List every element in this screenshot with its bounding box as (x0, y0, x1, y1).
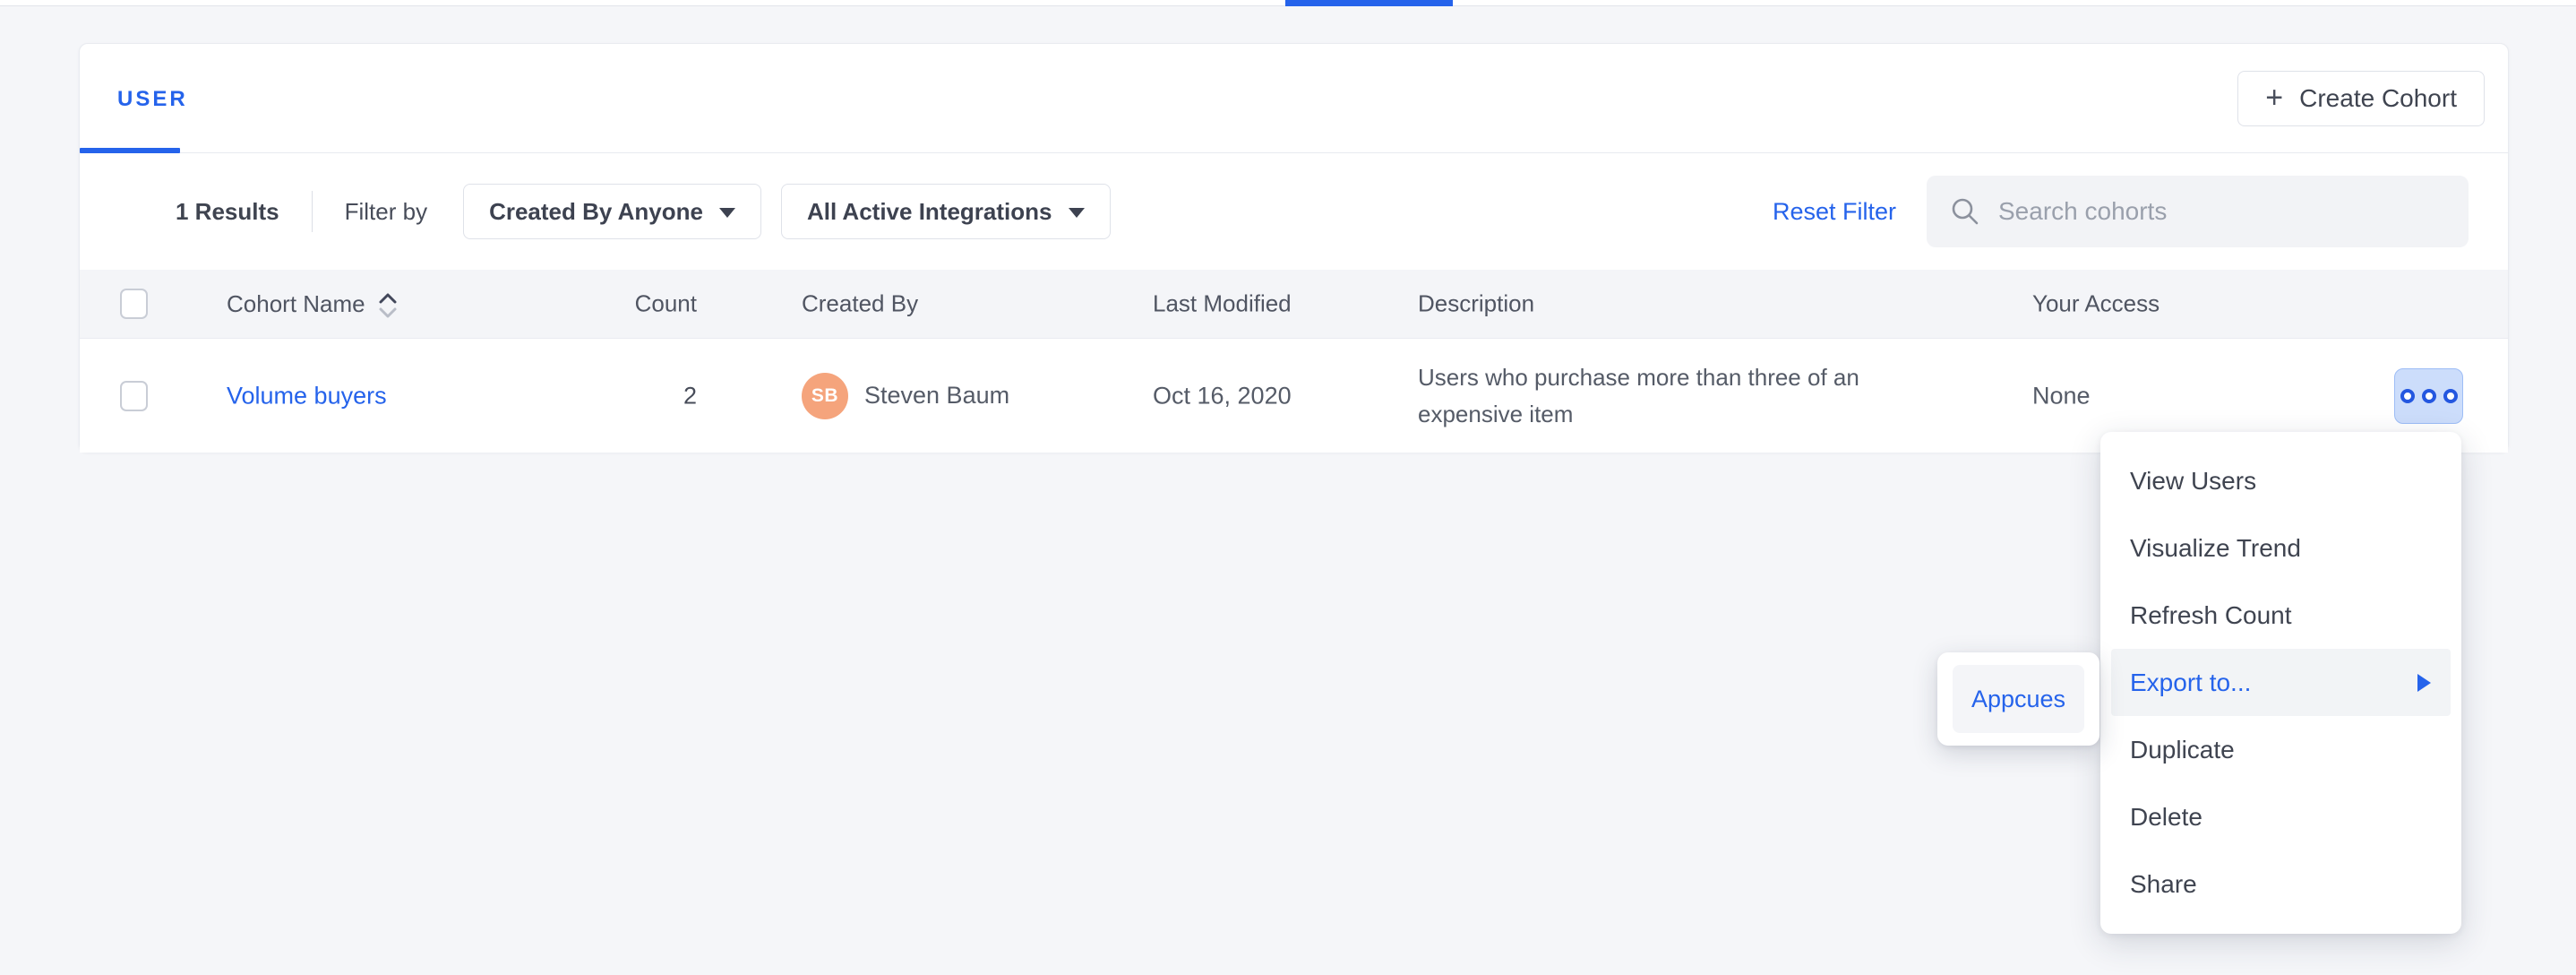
menu-item-delete[interactable]: Delete (2111, 783, 2451, 850)
column-cohort-name-label: Cohort Name (227, 290, 365, 318)
reset-filter-link[interactable]: Reset Filter (1773, 198, 1896, 226)
chevron-down-icon (719, 208, 735, 218)
column-count: Count (545, 290, 697, 318)
integrations-dropdown-label: All Active Integrations (807, 198, 1052, 226)
menu-item-share[interactable]: Share (2111, 850, 2451, 918)
create-cohort-button[interactable]: + Create Cohort (2237, 71, 2485, 126)
cohort-name-cell: Volume buyers (227, 382, 387, 410)
select-all-cell (120, 289, 148, 319)
more-dots-icon (2443, 389, 2458, 403)
active-tab-underline (1285, 0, 1453, 6)
export-to-submenu: Appcues (1937, 652, 2099, 746)
cohorts-panel: USER + Create Cohort 1 Results Filter by… (79, 43, 2509, 453)
column-last-modified: Last Modified (1153, 290, 1292, 318)
row-actions-button[interactable] (2394, 368, 2463, 424)
column-cohort-name[interactable]: Cohort Name (227, 289, 398, 319)
filter-row: 1 Results Filter by Created By Anyone Al… (80, 153, 2508, 270)
row-actions-menu: View Users Visualize Trend Refresh Count… (2100, 432, 2461, 934)
created-by-name: Steven Baum (864, 382, 1009, 410)
column-created-by: Created By (802, 290, 918, 318)
column-your-access: Your Access (2032, 290, 2160, 318)
chevron-down-icon (1069, 208, 1085, 218)
divider (312, 191, 313, 232)
menu-item-export-to[interactable]: Export to... (2111, 649, 2451, 716)
count-cell: 2 (545, 382, 697, 410)
created-by-dropdown-label: Created By Anyone (489, 198, 703, 226)
select-all-checkbox[interactable] (120, 289, 148, 319)
created-by-dropdown[interactable]: Created By Anyone (463, 184, 761, 239)
menu-item-visualize-trend[interactable]: Visualize Trend (2111, 514, 2451, 582)
more-dots-icon (2400, 389, 2415, 403)
description-cell: Users who purchase more than three of an… (1418, 359, 1937, 433)
integrations-dropdown[interactable]: All Active Integrations (781, 184, 1111, 239)
menu-item-duplicate[interactable]: Duplicate (2111, 716, 2451, 783)
top-tabbar (0, 0, 2576, 6)
menu-item-view-users[interactable]: View Users (2111, 447, 2451, 514)
more-dots-icon (2422, 389, 2436, 403)
table-header: Cohort Name Count Created By Last Modifi… (80, 270, 2508, 339)
menu-item-refresh-count[interactable]: Refresh Count (2111, 582, 2451, 649)
plus-icon: + (2265, 82, 2283, 113)
menu-item-export-to-label: Export to... (2130, 669, 2251, 697)
search-input[interactable] (1998, 197, 2428, 226)
avatar: SB (802, 373, 848, 419)
sort-icon[interactable] (378, 292, 398, 319)
panel-tab-row: USER + Create Cohort (80, 44, 2508, 153)
last-modified-cell: Oct 16, 2020 (1153, 382, 1292, 410)
results-count: 1 Results (176, 198, 279, 226)
filter-by-label: Filter by (345, 198, 427, 226)
tab-user[interactable]: USER (117, 87, 188, 112)
submenu-arrow-icon (2417, 674, 2431, 692)
row-checkbox[interactable] (120, 381, 148, 411)
cohort-name-link[interactable]: Volume buyers (227, 382, 387, 410)
submenu-item-appcues[interactable]: Appcues (1953, 665, 2084, 733)
column-description: Description (1418, 290, 1534, 318)
row-select-cell (120, 381, 148, 411)
search-icon (1950, 196, 1980, 227)
created-by-cell: SB Steven Baum (802, 373, 1009, 419)
create-cohort-label: Create Cohort (2299, 84, 2457, 113)
search-box[interactable] (1927, 176, 2469, 247)
your-access-cell: None (2032, 382, 2091, 410)
